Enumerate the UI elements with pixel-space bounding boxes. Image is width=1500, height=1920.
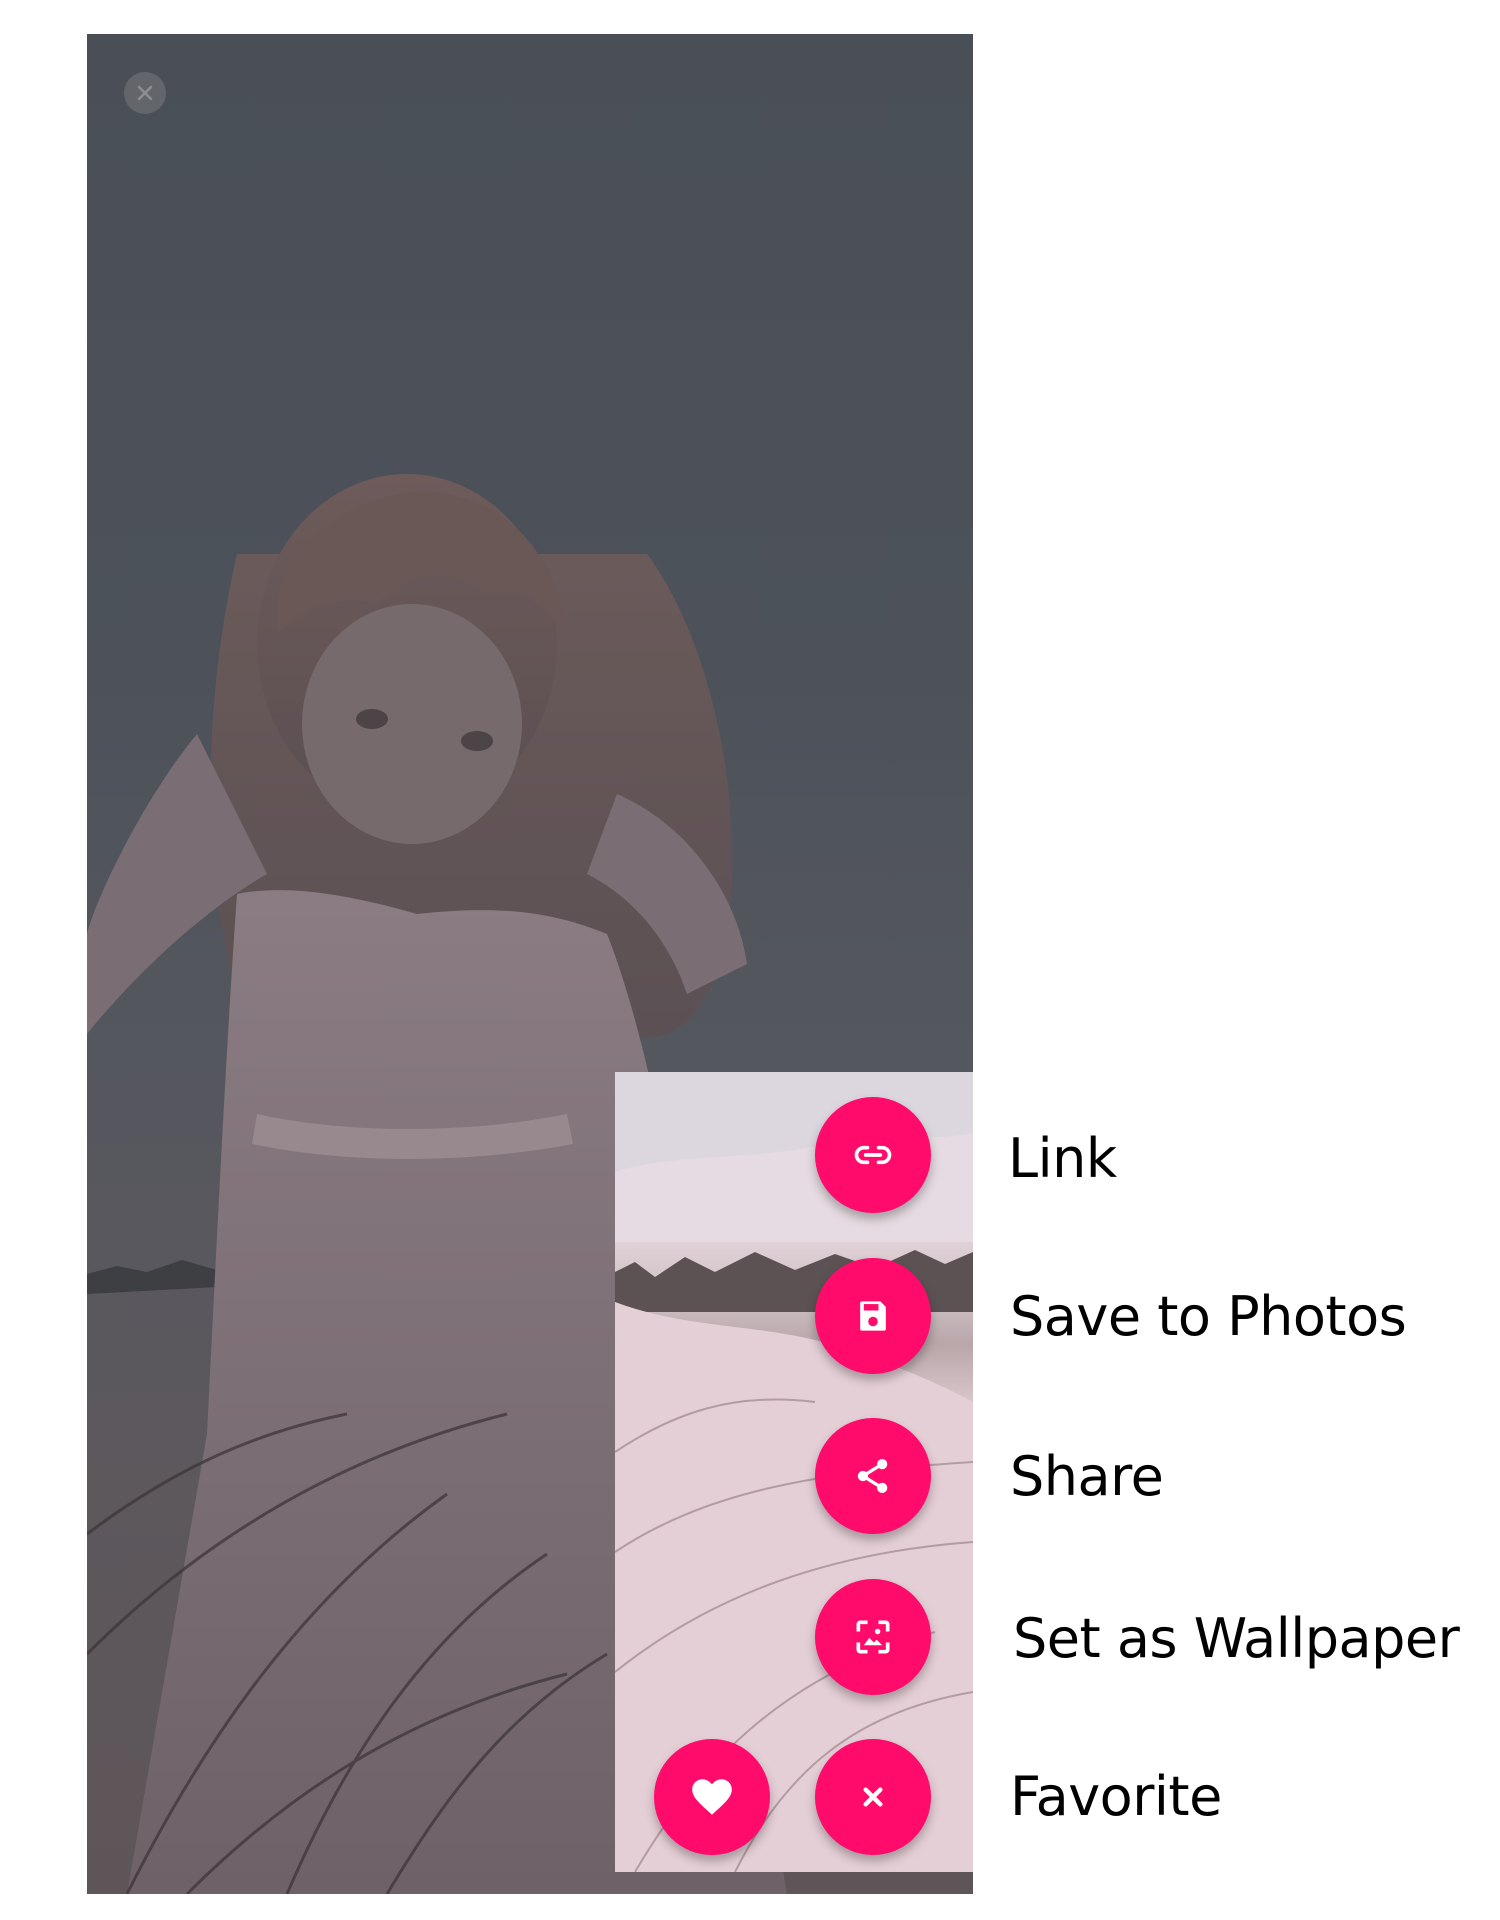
- save-to-photos-button[interactable]: [815, 1258, 931, 1374]
- share-label: Share: [1010, 1445, 1164, 1508]
- menu-close-button[interactable]: [815, 1739, 931, 1855]
- save-to-photos-label: Save to Photos: [1010, 1285, 1407, 1348]
- close-button[interactable]: [124, 72, 166, 114]
- link-button[interactable]: [815, 1097, 931, 1213]
- link-icon: [854, 1145, 892, 1165]
- favorite-button[interactable]: [654, 1739, 770, 1855]
- close-icon: [863, 1787, 883, 1807]
- set-as-wallpaper-label: Set as Wallpaper: [1013, 1607, 1460, 1670]
- share-icon: [857, 1458, 888, 1494]
- favorite-label: Favorite: [1010, 1765, 1222, 1828]
- heart-icon: [692, 1779, 732, 1815]
- close-icon: [137, 85, 153, 101]
- wallpaper-icon: [856, 1620, 890, 1654]
- set-as-wallpaper-button[interactable]: [815, 1579, 931, 1695]
- share-button[interactable]: [815, 1418, 931, 1534]
- floppy-disk-icon: [860, 1301, 886, 1331]
- link-label: Link: [1008, 1127, 1117, 1190]
